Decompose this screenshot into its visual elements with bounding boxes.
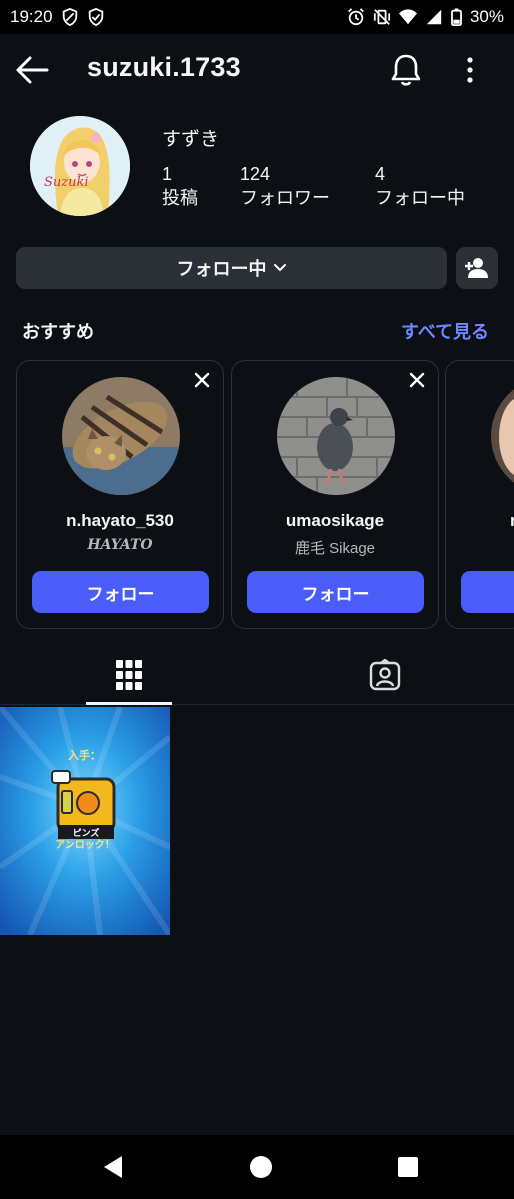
chevron-down-icon <box>273 264 286 272</box>
followers-label: フォロワー <box>240 188 330 208</box>
close-icon[interactable] <box>191 369 213 391</box>
post-thumbnail[interactable]: 入手： ピンズ アンロック！ <box>0 707 170 935</box>
recents-square-icon[interactable] <box>393 1152 423 1182</box>
signal-icon <box>426 9 442 25</box>
tab-posts[interactable] <box>86 645 172 705</box>
bell-icon[interactable] <box>388 52 424 88</box>
avatar[interactable]: Suzuki <box>30 116 130 216</box>
following-button-label: フォロー中 <box>176 259 267 279</box>
suggestion-card[interactable]: umaosikage 鹿毛 Sikage フォロー <box>231 360 439 629</box>
posts-stat[interactable]: 1 投稿 <box>162 162 198 210</box>
suggestion-handle[interactable]: umaosikage <box>232 511 438 531</box>
suggestions-title: おすすめ <box>22 322 94 342</box>
posts-count: 1 <box>162 164 173 184</box>
posts-label: 投稿 <box>162 188 198 208</box>
profile-username: suzuki.1733 <box>87 52 241 82</box>
active-tab-indicator <box>86 702 172 705</box>
avatar-illustration: Suzuki <box>30 116 130 216</box>
suggestion-avatar[interactable] <box>62 377 180 495</box>
suggestion-name: 鹿毛 Sikage <box>294 540 376 557</box>
battery-icon <box>451 8 462 26</box>
battery-percent: 30% <box>469 7 504 26</box>
achievement-image: 入手： ピンズ アンロック！ <box>0 707 170 935</box>
suggestion-card[interactable]: n.hayato_530 HAYATO フォロー <box>16 360 224 629</box>
close-icon[interactable] <box>406 369 428 391</box>
see-all-link[interactable]: すべて見る <box>401 318 489 344</box>
post-badge-label: ピンズ <box>73 827 100 839</box>
display-name: すずき <box>162 129 220 150</box>
grid-icon <box>116 660 142 690</box>
back-triangle-icon[interactable] <box>98 1152 128 1182</box>
suggestion-card-partial[interactable]: n <box>445 360 514 629</box>
following-button[interactable]: フォロー中 <box>16 247 447 289</box>
post-caption-bottom: アンロック！ <box>55 839 115 851</box>
suggestion-avatar[interactable] <box>277 377 395 495</box>
suggestion-handle[interactable]: n.hayato_530 <box>17 511 223 531</box>
home-circle-icon[interactable] <box>246 1152 276 1182</box>
followers-count: 124 <box>240 164 271 184</box>
following-stat[interactable]: 4 フォロー中 <box>375 162 465 210</box>
following-count: 4 <box>375 164 386 184</box>
followers-stat[interactable]: 124 フォロワー <box>240 162 330 210</box>
follow-button[interactable] <box>461 571 514 613</box>
profile-tabs <box>0 645 514 705</box>
tab-tagged[interactable] <box>342 645 428 705</box>
status-time: 19:20 <box>10 7 53 26</box>
suggestion-handle[interactable]: n <box>510 511 514 531</box>
following-label: フォロー中 <box>375 188 465 208</box>
profile-header: suzuki.1733 <box>0 34 514 106</box>
shield-icon <box>88 8 103 26</box>
tagged-icon <box>369 659 401 691</box>
post-caption-top: 入手： <box>68 748 101 762</box>
suggestion-name: HAYATO <box>87 537 153 553</box>
suggestion-avatar[interactable] <box>491 377 514 495</box>
alarm-icon <box>348 8 364 26</box>
person-add-icon <box>465 258 488 278</box>
back-arrow-icon[interactable] <box>14 54 50 86</box>
shield-icon <box>62 8 77 26</box>
avatar-text: Suzuki <box>44 175 89 190</box>
follow-button[interactable]: フォロー <box>247 571 424 613</box>
status-bar: 19:20 30% <box>0 0 514 34</box>
suggest-people-button[interactable] <box>456 247 498 289</box>
person-photo <box>491 377 514 495</box>
system-nav-bar <box>0 1135 514 1199</box>
follow-button[interactable]: フォロー <box>32 571 209 613</box>
pigeon-photo <box>277 377 395 495</box>
more-vertical-icon[interactable] <box>458 54 482 86</box>
wifi-icon <box>398 9 417 25</box>
vibrate-icon <box>373 9 391 25</box>
cat-photo <box>62 377 180 495</box>
